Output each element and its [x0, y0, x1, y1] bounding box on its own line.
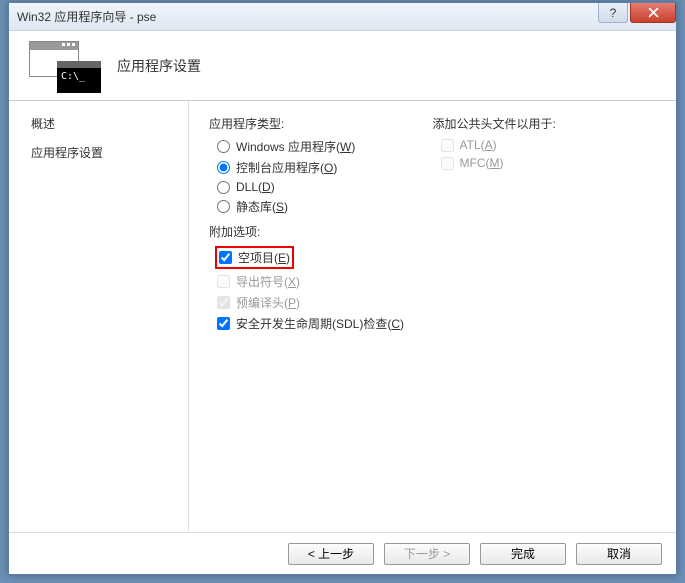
left-column: 应用程序类型: Windows 应用程序(W) 控制台应用程序(O) DLL(D… [209, 115, 433, 517]
sidebar: 概述 应用程序设置 [9, 101, 189, 531]
checkbox-label: 预编译头(P) [236, 294, 300, 311]
radio-input-console[interactable] [217, 161, 230, 174]
checkbox-empty-project[interactable]: 空项目(E) [219, 249, 290, 266]
cancel-button[interactable]: 取消 [576, 543, 662, 565]
close-icon [648, 7, 659, 18]
radio-console-app[interactable]: 控制台应用程序(O) [217, 159, 433, 176]
radio-input-windows[interactable] [217, 140, 230, 153]
checkbox-input-empty[interactable] [219, 251, 232, 264]
checkbox-input-mfc [441, 157, 454, 170]
next-button: 下一步 > [384, 543, 470, 565]
radio-windows-app[interactable]: Windows 应用程序(W) [217, 138, 433, 155]
checkbox-sdl[interactable]: 安全开发生命周期(SDL)检查(C) [217, 315, 433, 332]
radio-label: 静态库(S) [236, 198, 288, 215]
right-column: 添加公共头文件以用于: ATL(A) MFC(M) [433, 115, 657, 517]
checkbox-input-export [217, 275, 230, 288]
checkbox-label: 安全开发生命周期(SDL)检查(C) [236, 315, 404, 332]
radio-label: DLL(D) [236, 180, 275, 194]
close-button[interactable] [630, 3, 676, 23]
wizard-footer: < 上一步 下一步 > 完成 取消 [9, 532, 676, 574]
checkbox-label: 导出符号(X) [236, 273, 300, 290]
console-prompt-icon: C:\_ [61, 71, 85, 82]
checkbox-export-symbols: 导出符号(X) [217, 273, 433, 290]
prev-button[interactable]: < 上一步 [288, 543, 374, 565]
sidebar-item-overview[interactable]: 概述 [31, 115, 188, 132]
content-area: 应用程序类型: Windows 应用程序(W) 控制台应用程序(O) DLL(D… [189, 101, 676, 531]
checkbox-mfc: MFC(M) [441, 156, 657, 170]
wizard-body: 概述 应用程序设置 应用程序类型: Windows 应用程序(W) 控制台应用程… [9, 101, 676, 531]
highlight-box: 空项目(E) [215, 246, 294, 269]
app-type-label: 应用程序类型: [209, 115, 433, 132]
checkbox-precompiled-header: 预编译头(P) [217, 294, 433, 311]
checkbox-input-atl [441, 139, 454, 152]
checkbox-input-sdl[interactable] [217, 317, 230, 330]
page-title: 应用程序设置 [117, 56, 201, 76]
wizard-icon: C:\_ [29, 41, 101, 91]
finish-button[interactable]: 完成 [480, 543, 566, 565]
titlebar-title: Win32 应用程序向导 - pse [17, 8, 156, 25]
sidebar-item-app-settings[interactable]: 应用程序设置 [31, 144, 188, 161]
radio-static-lib[interactable]: 静态库(S) [217, 198, 433, 215]
checkbox-label: MFC(M) [460, 156, 504, 170]
radio-input-static[interactable] [217, 200, 230, 213]
additional-options-label: 附加选项: [209, 223, 433, 240]
wizard-header: C:\_ 应用程序设置 [9, 31, 676, 101]
checkbox-label: 空项目(E) [238, 249, 290, 266]
radio-label: Windows 应用程序(W) [236, 138, 355, 155]
titlebar: Win32 应用程序向导 - pse ? [9, 3, 676, 31]
checkbox-input-pch [217, 296, 230, 309]
radio-dll[interactable]: DLL(D) [217, 180, 433, 194]
radio-input-dll[interactable] [217, 181, 230, 194]
dialog-window: Win32 应用程序向导 - pse ? C:\_ 应用程序设置 概述 应用程序… [8, 2, 677, 575]
help-button[interactable]: ? [598, 3, 628, 23]
checkbox-label: ATL(A) [460, 138, 497, 152]
titlebar-buttons: ? [598, 3, 676, 23]
radio-label: 控制台应用程序(O) [236, 159, 337, 176]
checkbox-atl: ATL(A) [441, 138, 657, 152]
common-headers-label: 添加公共头文件以用于: [433, 115, 657, 132]
